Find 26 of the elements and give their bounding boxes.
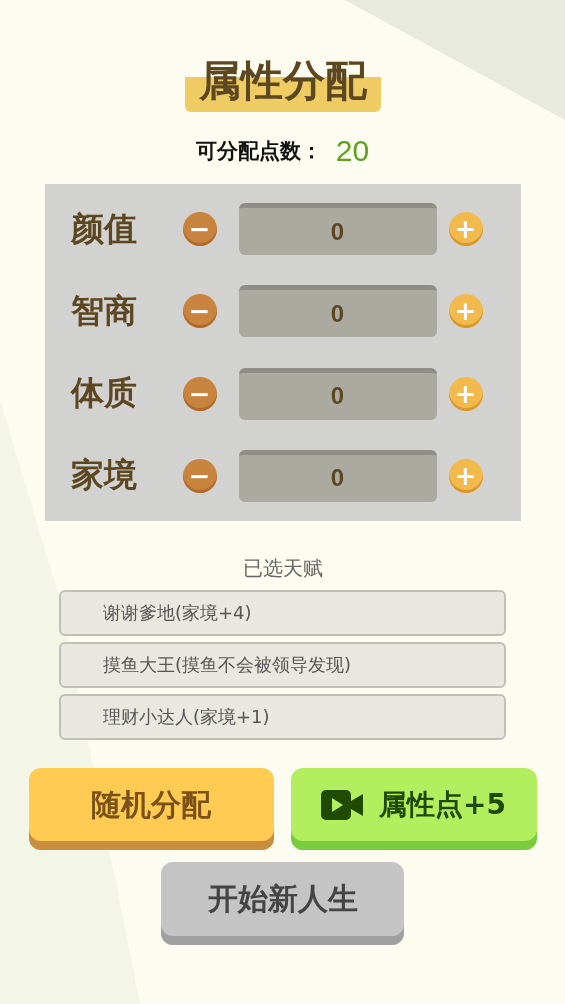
increase-button[interactable]: + <box>448 212 483 247</box>
talents-heading: 已选天赋 <box>242 555 323 582</box>
bonus-points-button[interactable]: 属性点+5 <box>290 768 537 850</box>
attribute-label: 家境 <box>70 454 138 497</box>
decrease-button[interactable]: − <box>182 294 217 329</box>
attribute-label: 颜值 <box>70 207 138 250</box>
decrease-button[interactable]: − <box>182 376 217 411</box>
talent-item: 谢谢爹地(家境+4) <box>59 590 506 636</box>
decrease-button[interactable]: − <box>182 458 217 493</box>
increase-button[interactable]: + <box>448 376 483 411</box>
decrease-button[interactable]: − <box>182 212 217 247</box>
attribute-value-field[interactable]: 0 <box>238 203 437 256</box>
points-value: 20 <box>335 134 370 168</box>
attribute-label: 智商 <box>70 289 138 332</box>
start-new-life-button[interactable]: 开始新人生 <box>161 862 404 945</box>
attribute-value-field[interactable]: 0 <box>238 367 437 420</box>
attribute-value-field[interactable]: 0 <box>238 285 437 338</box>
increase-button[interactable]: + <box>448 294 483 329</box>
points-label: 可分配点数： <box>195 138 322 165</box>
video-camera-icon <box>321 790 363 820</box>
random-allocate-button[interactable]: 随机分配 <box>28 768 274 850</box>
attribute-value-field[interactable]: 0 <box>238 449 437 502</box>
attribute-label: 体质 <box>70 372 138 415</box>
talent-item: 理财小达人(家境+1) <box>59 694 506 740</box>
talent-item: 摸鱼大王(摸鱼不会被领导发现) <box>59 642 506 688</box>
increase-button[interactable]: + <box>448 458 483 493</box>
